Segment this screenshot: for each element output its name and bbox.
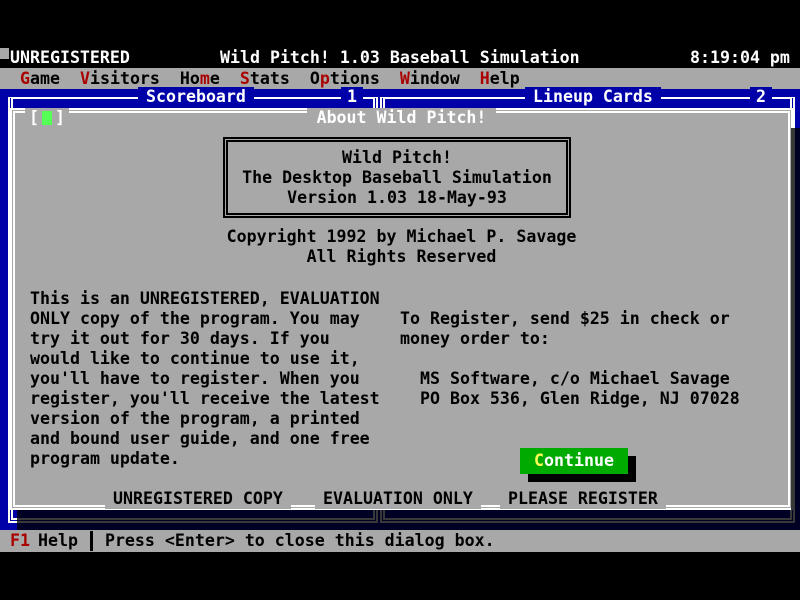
status-bar: F1 Help Press <Enter> to close this dial… [0,530,800,552]
menu-item-help[interactable]: Help [480,69,520,89]
window-lineup-cards-title: Lineup Cards [525,87,661,107]
f1-help-key[interactable]: F1 [10,531,30,551]
about-program-version: Version 1.03 18-May-93 [287,188,507,208]
dialog-title: About Wild Pitch! [307,108,497,128]
menu-item-window[interactable]: Window [400,69,460,89]
copyright-line1: Copyright 1992 by Michael P. Savage [227,227,577,246]
window-lineup-cards-number: 2 [750,87,772,107]
menu-item-home[interactable]: Home [180,69,220,89]
window-scoreboard-title: Scoreboard [138,87,254,107]
footer-evaluation-only: EVALUATION ONLY [315,489,481,509]
menu-item-options[interactable]: Options [310,69,380,89]
footer-unregistered-copy: UNREGISTERED COPY [105,489,291,509]
corner-block [0,48,9,59]
continue-button[interactable]: Continue [520,448,628,474]
copyright-block: Copyright 1992 by Michael P. Savage All … [15,227,788,267]
menu-item-visitors[interactable]: Visitors [80,69,160,89]
footer-please-register: PLEASE REGISTER [500,489,666,509]
register-instructions: To Register, send $25 in check or money … [400,309,730,349]
app-title: Wild Pitch! 1.03 Baseball Simulation [220,48,580,68]
menu-item-game[interactable]: Game [20,69,60,89]
dos-screen: UNREGISTERED Wild Pitch! 1.03 Baseball S… [0,0,800,600]
window-scoreboard-number: 1 [341,87,363,107]
status-message: Press <Enter> to close this dialog box. [105,531,495,551]
app-title-bar: UNREGISTERED Wild Pitch! 1.03 Baseball S… [0,48,800,68]
dialog-shadow-bottom [17,510,800,530]
dialog-shadow-right [791,128,800,510]
status-separator [90,531,93,551]
registration-status: UNREGISTERED [10,48,130,68]
copyright-line2: All Rights Reserved [307,247,497,266]
close-button[interactable]: [] [25,108,69,128]
about-info-box: Wild Pitch! The Desktop Baseball Simulat… [223,137,571,218]
f1-help-label[interactable]: Help [38,531,78,551]
menu-bar: Game Visitors Home Stats Options Window … [0,68,800,89]
about-program-name: Wild Pitch! [342,148,452,168]
about-dialog: About Wild Pitch! [] Wild Pitch! The Des… [10,108,793,510]
register-address: MS Software, c/o Michael Savage PO Box 5… [420,369,740,409]
about-program-subtitle: The Desktop Baseball Simulation [242,168,552,188]
clock: 8:19:04 pm [690,48,790,68]
close-icon [42,111,52,125]
evaluation-notice-text: This is an UNREGISTERED, EVALUATION ONLY… [30,289,380,469]
menu-item-stats[interactable]: Stats [240,69,290,89]
